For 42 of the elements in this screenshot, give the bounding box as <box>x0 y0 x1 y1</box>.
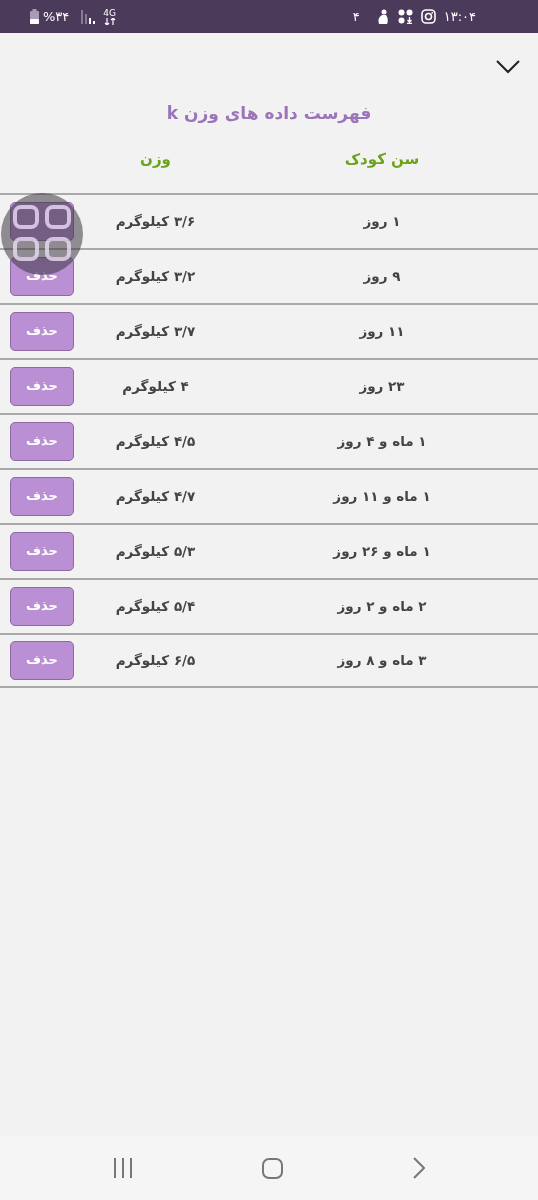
weight-cell: ۴ کیلوگرم <box>122 378 189 394</box>
weight-cell: ۵/۴ کیلوگرم <box>115 598 196 614</box>
home-icon[interactable] <box>262 1157 284 1179</box>
weight-cell: ۳/۲ کیلوگرم <box>115 268 196 284</box>
age-cell: ۱ ماه و ۱۱ روز <box>333 488 431 504</box>
back-icon[interactable] <box>413 1157 426 1179</box>
apps-download-icon <box>397 9 413 24</box>
delete-button[interactable]: حذف <box>10 311 74 351</box>
network-type: 4G <box>103 8 117 18</box>
column-header: سن کودک <box>343 149 421 171</box>
weight-cell: ۳/۷ کیلوگرم <box>115 323 196 339</box>
weight-cell: ۴/۵ کیلوگرم <box>115 433 196 449</box>
delete-button[interactable]: حذف <box>10 421 74 461</box>
age-cell: ۹ روز <box>363 268 401 284</box>
signal-icon <box>81 9 96 24</box>
battery-icon <box>30 9 39 24</box>
camera-icon <box>420 9 436 24</box>
recent-apps-icon[interactable] <box>112 1158 133 1178</box>
age-cell: ۱۱ روز <box>359 323 405 339</box>
weight-cell: ۶/۵ کیلوگرم <box>115 652 196 668</box>
column-header: وزن <box>139 149 172 171</box>
delete-button[interactable]: حذف <box>10 366 74 406</box>
data-arrows-icon <box>103 17 116 25</box>
age-cell: ۱ ماه و ۴ روز <box>337 433 427 449</box>
delete-button[interactable]: حذف <box>10 586 74 626</box>
figure-icon <box>375 8 390 25</box>
page-title: فهرست داده های وزن k <box>166 102 372 126</box>
notification-count: ۴ <box>352 7 360 26</box>
delete-button[interactable]: حذف <box>10 640 74 680</box>
age-cell: ۲ ماه و ۲ روز <box>337 598 427 614</box>
weight-cell: ۵/۳ کیلوگرم <box>115 543 196 559</box>
age-cell: ۲۳ روز <box>359 378 405 394</box>
collapse-chevron-icon[interactable] <box>496 60 520 74</box>
weight-cell: ۳/۶ کیلوگرم <box>115 213 196 229</box>
age-cell: ۱ ماه و ۲۶ روز <box>333 543 431 559</box>
delete-button[interactable]: حذف <box>10 476 74 516</box>
age-cell: ۳ ماه و ۸ روز <box>337 652 427 668</box>
battery-level: %۳۴ <box>43 7 70 26</box>
weight-cell: ۴/۷ کیلوگرم <box>115 488 196 504</box>
age-cell: ۱ روز <box>363 213 401 229</box>
clock: ۱۳:۰۴ <box>443 7 476 26</box>
delete-button[interactable]: حذف <box>10 531 74 571</box>
